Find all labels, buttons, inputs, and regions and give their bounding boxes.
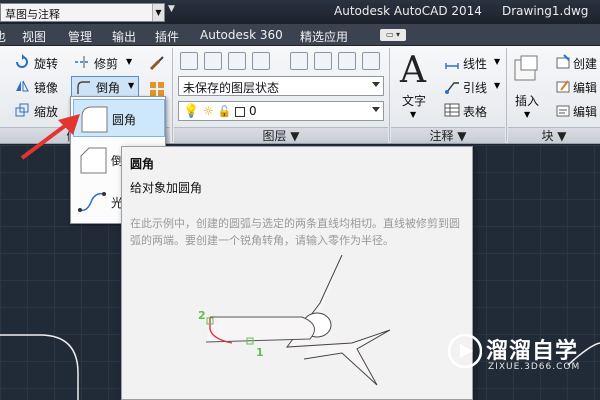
layer-freeze-icon[interactable]: [314, 52, 332, 70]
layer-state-value: 未保存的图层状态: [183, 81, 280, 95]
tooltip-title: 圆角: [130, 157, 155, 171]
rotate-button[interactable]: 旋转: [34, 55, 58, 72]
rotate-icon[interactable]: [14, 54, 30, 70]
tab-annotate[interactable]: 也: [0, 28, 6, 45]
watermark-url: ZIXUE.3D66.COM: [488, 362, 581, 372]
fillet-icon: [77, 81, 90, 94]
block-panel-label[interactable]: 块 ▼: [508, 127, 600, 143]
current-layer-value: 0: [248, 104, 257, 118]
edit-block-icon[interactable]: [555, 78, 571, 94]
fillet-example-illustration: 2 1: [198, 255, 391, 386]
text-button[interactable]: 文字: [402, 92, 426, 109]
tab-output[interactable]: 输出: [112, 28, 136, 45]
layer-copy-icon[interactable]: [362, 52, 380, 70]
insert-button[interactable]: 插入: [515, 92, 539, 109]
blend-curves-icon: [78, 192, 106, 212]
create-block-icon[interactable]: [555, 54, 571, 70]
quick-access-dropdown-icon[interactable]: ▼: [168, 4, 175, 14]
sun-icon: ☼: [203, 104, 214, 118]
tooltip-description: 在此示例中，创建的圆弧与选定的两条直线均相切。直线被修剪到圆弧的两端。要创建一个…: [130, 217, 460, 247]
create-block-button[interactable]: 创建: [573, 55, 597, 72]
watermark-logo-icon: [448, 334, 482, 368]
text-icon[interactable]: A: [400, 50, 426, 91]
chevron-down-icon[interactable]: ▼: [494, 81, 500, 90]
chevron-down-icon[interactable]: ▼: [494, 57, 500, 66]
workspace-label: 草图与注释: [5, 8, 60, 21]
linear-dimension-icon[interactable]: [444, 54, 460, 70]
color-swatch: [235, 106, 246, 117]
annotation-panel-label[interactable]: 注释 ▼: [391, 127, 505, 143]
layers-panel-label[interactable]: 图层 ▼: [174, 127, 388, 143]
watermark-text: 溜溜自学: [486, 339, 579, 364]
mirror-button[interactable]: 镜像: [34, 79, 58, 96]
chevron-down-icon[interactable]: ▼: [128, 81, 134, 90]
layer-state-select[interactable]: 未保存的图层状态: [178, 76, 384, 96]
panel-divider: [506, 48, 507, 142]
fillet-tooltip: 圆角 给对象加圆角 在此示例中，创建的圆弧与选定的两条直线均相切。直线被修剪到圆…: [121, 146, 473, 400]
trim-icon[interactable]: [74, 54, 90, 70]
red-pointer-arrow: [20, 114, 80, 160]
title-bar: 草图与注释 ▼ ▼ Autodesk AutoCAD 2014 Drawing1…: [0, 0, 600, 24]
menu-item-label: 圆角: [112, 113, 137, 127]
fillet-split-button[interactable]: 倒角 ▼: [71, 76, 139, 97]
chevron-down-icon[interactable]: ▼: [410, 110, 416, 119]
chevron-down-icon[interactable]: ▼: [524, 110, 530, 119]
layer-unisolate-icon[interactable]: [252, 52, 270, 70]
workspace-selector[interactable]: 草图与注释 ▼: [0, 3, 165, 22]
trim-button[interactable]: 修剪: [94, 55, 118, 72]
layer-match-icon[interactable]: [204, 52, 222, 70]
point-label-2: 2: [198, 309, 206, 322]
panel-divider: [389, 48, 390, 142]
document-title: Drawing1.dwg: [502, 4, 589, 18]
tab-featured-apps[interactable]: 精选应用: [300, 28, 348, 45]
tab-autodesk-360[interactable]: Autodesk 360: [200, 28, 283, 42]
mirror-icon[interactable]: [14, 78, 30, 94]
table-icon[interactable]: [444, 102, 460, 118]
leader-icon[interactable]: [444, 78, 460, 94]
edit-block-button[interactable]: 编辑: [573, 79, 597, 96]
tab-manage[interactable]: 管理: [68, 28, 92, 45]
linear-button[interactable]: 线性: [463, 55, 487, 72]
layer-isolate-icon[interactable]: [228, 52, 246, 70]
point-label-1: 1: [256, 346, 264, 359]
current-layer-select[interactable]: 💡 ☼ 🔓 0: [178, 101, 384, 121]
tooltip-summary: 给对象加圆角: [130, 181, 203, 195]
layer-walk-icon[interactable]: [290, 52, 308, 70]
insert-block-icon[interactable]: [512, 54, 542, 84]
layers-panel-title: 图层: [262, 129, 287, 143]
block-panel-title: 块: [541, 129, 554, 143]
watermark: 溜溜自学 ZIXUE.3D66.COM: [446, 330, 596, 378]
tab-plugins[interactable]: 插件: [155, 28, 179, 45]
chamfer-fillet-label: 倒角: [96, 81, 121, 95]
leader-button[interactable]: 引线: [463, 79, 487, 96]
chevron-down-icon: [372, 82, 380, 87]
lightbulb-icon: 💡: [183, 104, 200, 119]
app-title: Autodesk AutoCAD 2014: [334, 4, 482, 18]
edit-attributes-icon[interactable]: [555, 102, 571, 118]
trim-dropdown-icon[interactable]: ▼: [126, 57, 132, 66]
ribbon-tabs: 也 视图 管理 输出 插件 Autodesk 360 精选应用 ▭ ▾: [0, 24, 600, 46]
tab-options-icon[interactable]: ▭ ▾: [380, 29, 406, 41]
chevron-down-icon[interactable]: ▼: [152, 4, 164, 21]
tab-view[interactable]: 视图: [22, 28, 46, 45]
layer-properties-icon[interactable]: [180, 52, 198, 70]
panel-divider: [172, 48, 173, 142]
unlock-icon: 🔓: [217, 105, 232, 118]
layer-lock-icon[interactable]: [338, 52, 356, 70]
brush-icon[interactable]: [148, 54, 166, 72]
table-button[interactable]: 表格: [463, 103, 487, 120]
edit-attributes-button[interactable]: 编辑: [573, 103, 597, 120]
annotation-panel-title: 注释: [429, 129, 454, 143]
chevron-down-icon: [372, 107, 380, 112]
